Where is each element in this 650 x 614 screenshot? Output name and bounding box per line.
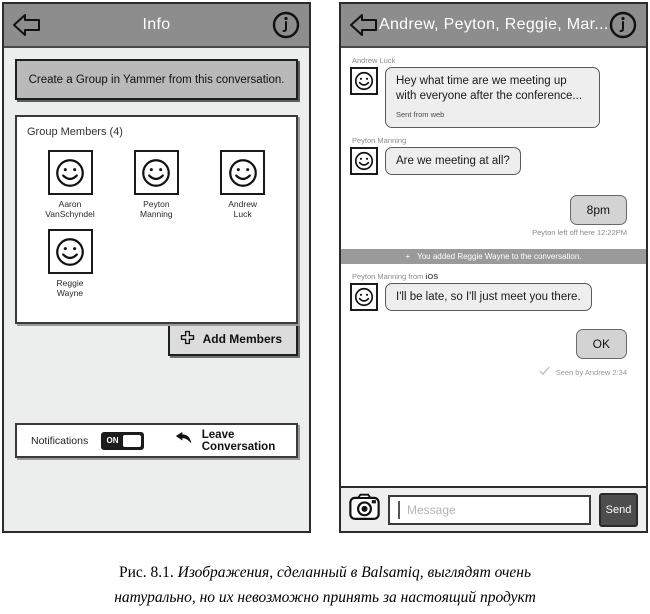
system-message-text: You added Reggie Wayne to the conversati…: [417, 252, 582, 261]
member-name: Reggie Wayne: [57, 278, 84, 298]
create-yammer-group-button[interactable]: Create a Group in Yammer from this conve…: [15, 59, 298, 100]
back-arrow-icon: [175, 431, 193, 451]
member-first-name: Aaron: [58, 199, 82, 209]
message-meta: Sent from web: [396, 110, 445, 119]
notifications-label: Notifications: [31, 434, 89, 447]
group-members-card: Group Members (4) Aaron VanSchyndel Peyt…: [15, 115, 298, 324]
member-name: Andrew Luck: [228, 199, 257, 219]
member-last-name: Luck: [233, 209, 252, 219]
message-bubble: Are we meeting at all?: [385, 147, 521, 175]
camera-icon[interactable]: [349, 493, 380, 526]
page-title: Info: [142, 16, 171, 33]
member-tile[interactable]: Andrew Luck: [200, 150, 286, 219]
send-button[interactable]: Send: [599, 492, 638, 527]
info-screen-panel: Info Create a Group in Yammer from this …: [2, 2, 311, 533]
chat-screen-panel: Andrew, Peyton, Reggie, Mar... Andrew Lu…: [339, 2, 648, 533]
seen-text: Seen by Andrew 2:34: [555, 367, 627, 377]
smiley-avatar-icon: [47, 229, 93, 274]
add-members-button[interactable]: Add Members: [167, 322, 298, 356]
group-members-heading: Group Members (4): [27, 126, 123, 138]
notifications-toggle[interactable]: ON: [101, 431, 144, 450]
message-bubble-outgoing: OK: [575, 329, 627, 359]
caption-line-1: Изображения, сделанный в Balsamiq, выгля…: [173, 564, 532, 581]
figure-number: Рис. 8.1.: [118, 564, 174, 581]
conversation-settings-card: Notifications ON Leave Conversation: [15, 423, 298, 458]
message-bubble: Hey what time are we meeting up with eve…: [385, 67, 600, 128]
message-input-placeholder: Message: [407, 502, 456, 517]
member-tile[interactable]: Peyton Manning: [113, 150, 199, 219]
figure-caption: Рис. 8.1. Изображения, сделанный в Balsa…: [0, 560, 650, 610]
message-sender-platform: iOS: [425, 272, 439, 281]
system-message: + You added Reggie Wayne to the conversa…: [341, 249, 646, 264]
message-text: Are we meeting at all?: [396, 155, 510, 167]
info-titlebar: Info: [4, 4, 309, 48]
message-item: 8pm Peyton left off here 12:22PM: [350, 195, 637, 237]
message-text: Hey what time are we meeting up with eve…: [396, 75, 583, 102]
seen-receipt: Seen by Andrew 2:34: [350, 363, 627, 381]
leave-conversation-button[interactable]: Leave Conversation: [175, 429, 282, 453]
member-name: Peyton Manning: [140, 199, 173, 219]
back-arrow-icon[interactable]: [349, 12, 379, 38]
info-circle-icon[interactable]: [608, 10, 638, 40]
back-arrow-icon[interactable]: [12, 12, 42, 38]
member-last-name: VanSchyndel: [45, 209, 95, 219]
info-circle-icon[interactable]: [271, 10, 301, 40]
message-meta: Peyton left off here 12:22PM: [532, 228, 627, 237]
message-bubble-outgoing: 8pm: [569, 195, 627, 225]
member-first-name: Reggie: [56, 278, 84, 288]
plus-icon: [180, 330, 195, 348]
member-last-name: Manning: [140, 209, 173, 219]
caption-line-2: натурально, но их невозможно принять за …: [114, 589, 536, 606]
member-first-name: Andrew: [228, 199, 258, 209]
smiley-avatar-icon: [220, 150, 266, 195]
smiley-avatar-icon: [350, 147, 378, 175]
smiley-avatar-icon: [133, 150, 179, 195]
message-item: Peyton Manning Are we meeting at all?: [350, 136, 637, 175]
chat-titlebar: Andrew, Peyton, Reggie, Mar...: [341, 4, 646, 48]
member-name: Aaron VanSchyndel: [45, 199, 94, 219]
check-icon: [539, 363, 550, 381]
conversation-title: Andrew, Peyton, Reggie, Mar...: [379, 16, 608, 33]
message-composer: Message Send: [341, 486, 646, 531]
message-item: Peyton Manning from iOS I'll be late, so…: [350, 272, 637, 311]
member-first-name: Peyton: [143, 199, 170, 209]
smiley-avatar-icon: [47, 150, 93, 195]
text-caret: [398, 500, 400, 519]
message-sender-name: Peyton Manning from: [352, 272, 426, 281]
toggle-state-label: ON: [106, 436, 119, 445]
info-body: Create a Group in Yammer from this conve…: [4, 48, 309, 531]
toggle-knob: [121, 433, 142, 448]
message-bubble: I'll be late, so I'll just meet you ther…: [385, 283, 592, 311]
leave-conversation-label: Leave Conversation: [201, 428, 276, 453]
message-sender: Andrew Luck: [352, 56, 396, 65]
member-tile[interactable]: Reggie Wayne: [27, 229, 113, 298]
message-item: OK Seen by Andrew 2:34: [350, 329, 637, 381]
member-last-name: Wayne: [56, 288, 84, 298]
message-sender: Peyton Manning: [352, 136, 407, 145]
group-members-grid: Aaron VanSchyndel Peyton Manning Andrew …: [27, 150, 286, 298]
add-members-label: Add Members: [202, 332, 282, 346]
message-item: Andrew Luck Hey what time are we meeting…: [350, 56, 637, 128]
add-members-row: Add Members: [15, 322, 298, 356]
plus-icon: +: [405, 252, 411, 261]
smiley-avatar-icon: [350, 283, 378, 311]
message-list[interactable]: Andrew Luck Hey what time are we meeting…: [341, 48, 646, 486]
member-tile[interactable]: Aaron VanSchyndel: [27, 150, 113, 219]
message-input[interactable]: Message: [388, 494, 591, 525]
smiley-avatar-icon: [350, 67, 378, 95]
message-sender: Peyton Manning from iOS: [352, 272, 637, 281]
message-text: I'll be late, so I'll just meet you ther…: [396, 291, 581, 303]
